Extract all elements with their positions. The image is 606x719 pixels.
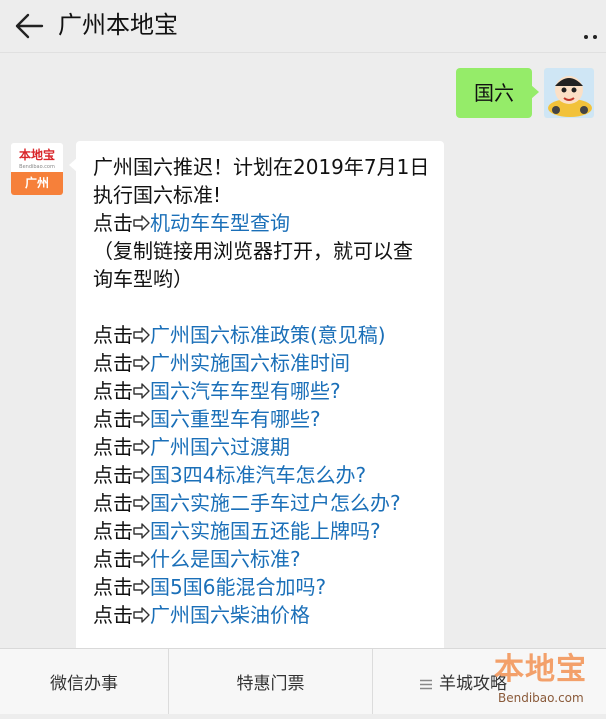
pointing-arrow-icon <box>133 383 150 399</box>
bot-avatar-logo-url: Bendibao.com <box>19 164 55 170</box>
link-row: 点击 国5国6能混合加吗? <box>93 573 430 601</box>
pointing-arrow-icon <box>133 467 150 483</box>
article-link[interactable]: 国5国6能混合加吗? <box>150 575 326 599</box>
watermark-logo-text: 本地宝 <box>494 652 587 687</box>
article-link[interactable]: 国六汽车车型有哪些? <box>150 379 341 403</box>
pointing-arrow-icon <box>133 327 150 343</box>
link-row: 点击 国六重型车有哪些? <box>93 405 430 433</box>
click-prefix: 点击 <box>93 351 133 375</box>
first-link-row: 点击 机动车车型查询 <box>93 209 430 237</box>
click-prefix: 点击 <box>93 491 133 515</box>
link-row: 点击 国六实施国五还能上牌吗? <box>93 517 430 545</box>
article-link[interactable]: 广州国六过渡期 <box>150 435 290 459</box>
bot-avatar-city: 广州 <box>11 172 63 195</box>
link-vehicle-model-query[interactable]: 机动车车型查询 <box>150 211 290 235</box>
article-link[interactable]: 国3四4标准汽车怎么办? <box>150 463 366 487</box>
click-prefix: 点击 <box>93 435 133 459</box>
pointing-arrow-icon <box>133 523 150 539</box>
user-message-bubble: 国六 <box>456 68 539 118</box>
menu-item-discount-tickets[interactable]: 特惠门票 <box>169 649 372 714</box>
click-prefix: 点击 <box>93 547 133 571</box>
click-prefix: 点击 <box>93 379 133 403</box>
link-row: 点击 广州国六标准政策(意见稿) <box>93 321 430 349</box>
link-row: 点击 广州国六过渡期 <box>93 433 430 461</box>
menu-item-wechat-services[interactable]: 微信办事 <box>0 649 168 714</box>
user-message-text: 国六 <box>474 81 514 105</box>
link-row: 点击 广州国六柴油价格 <box>93 601 430 629</box>
link-row: 点击 广州实施国六标准时间 <box>93 349 430 377</box>
bot-message-note: （复制链接用浏览器打开，就可以查询车型哟） <box>93 239 413 291</box>
chat-title: 广州本地宝 <box>58 11 178 39</box>
pointing-arrow-icon <box>133 355 150 371</box>
pointing-arrow-icon <box>133 439 150 455</box>
article-link[interactable]: 广州国六标准政策(意见稿) <box>150 323 386 347</box>
back-arrow-icon[interactable] <box>14 12 44 40</box>
article-link[interactable]: 广州国六柴油价格 <box>150 603 310 627</box>
bot-message-bubble: 广州国六推迟！计划在2019年7月1日执行国六标准! 点击 机动车车型查询 （复制… <box>69 141 444 661</box>
bot-avatar[interactable]: 本地宝 Bendibao.com 广州 <box>11 143 63 195</box>
user-avatar[interactable] <box>544 68 594 118</box>
watermark: 本地宝 Bendibao.com <box>494 650 606 713</box>
article-link[interactable]: 广州实施国六标准时间 <box>150 351 350 375</box>
pointing-arrow-icon <box>133 579 150 595</box>
chat-area[interactable]: 国六 本地宝 Bendibao.com 广州 广州国六推迟！计划在2019年7月… <box>0 53 606 661</box>
more-options-icon[interactable] <box>584 24 606 39</box>
article-link[interactable]: 国六实施二手车过户怎么办? <box>150 491 401 515</box>
click-prefix: 点击 <box>93 407 133 431</box>
click-prefix: 点击 <box>93 603 133 627</box>
click-prefix: 点击 <box>93 463 133 487</box>
link-row: 点击 国六汽车车型有哪些? <box>93 377 430 405</box>
click-prefix: 点击 <box>93 211 133 235</box>
bot-avatar-logo: 本地宝 Bendibao.com <box>11 143 63 172</box>
pointing-arrow-icon <box>133 551 150 567</box>
article-link[interactable]: 国六实施国五还能上牌吗? <box>150 519 381 543</box>
click-prefix: 点击 <box>93 575 133 599</box>
article-link[interactable]: 什么是国六标准? <box>150 547 301 571</box>
pointing-arrow-icon <box>133 411 150 427</box>
article-link[interactable]: 国六重型车有哪些? <box>150 407 321 431</box>
link-row: 点击 国3四4标准汽车怎么办? <box>93 461 430 489</box>
link-row: 点击 什么是国六标准? <box>93 545 430 573</box>
cartoon-character-icon <box>544 68 594 118</box>
chat-header: 广州本地宝 <box>0 0 606 53</box>
pointing-arrow-icon <box>133 215 150 231</box>
pointing-arrow-icon <box>133 607 150 623</box>
click-prefix: 点击 <box>93 323 133 347</box>
watermark-url: Bendibao.com <box>498 691 584 705</box>
bot-avatar-logo-text: 本地宝 <box>18 148 55 162</box>
bot-message-intro: 广州国六推迟！计划在2019年7月1日执行国六标准! <box>93 155 430 207</box>
link-row: 点击 国六实施二手车过户怎么办? <box>93 489 430 517</box>
link-list: 点击 广州国六标准政策(意见稿) 点击 广州实施国六标准时间 点击 国六汽车车型有哪些? 点… <box>93 321 430 629</box>
pointing-arrow-icon <box>133 495 150 511</box>
menu-list-icon <box>420 679 432 690</box>
click-prefix: 点击 <box>93 519 133 543</box>
